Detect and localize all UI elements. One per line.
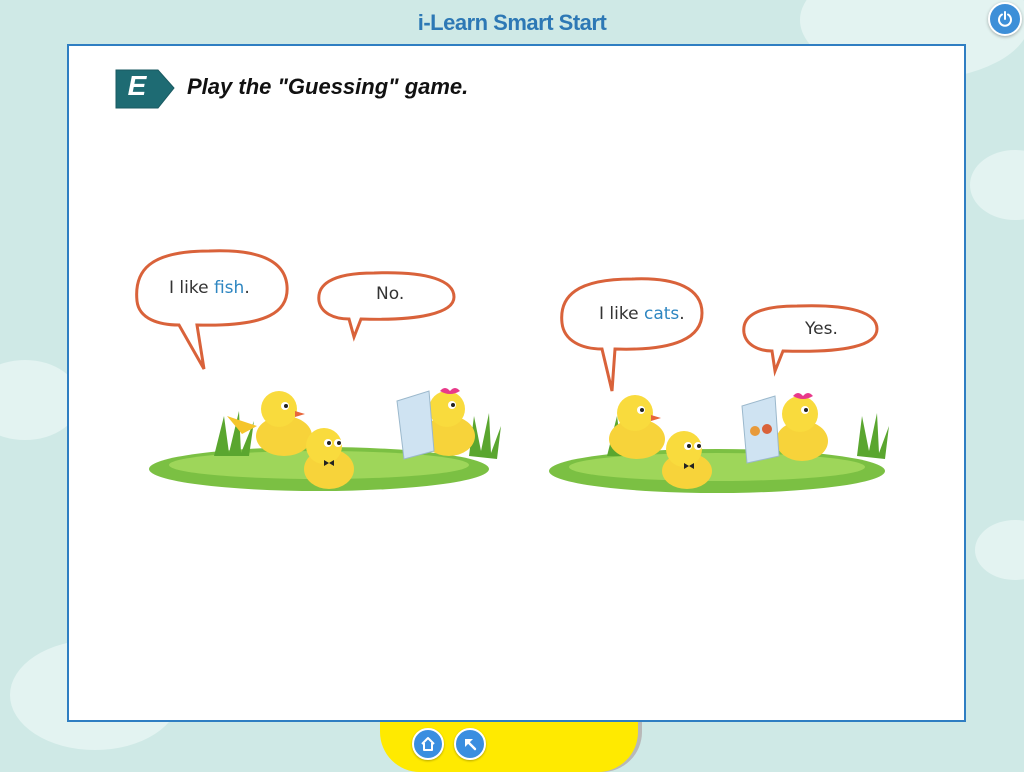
bubble-right-text: No.	[376, 284, 405, 304]
bubble-right-text: Yes.	[805, 319, 838, 339]
background-cloud	[970, 150, 1024, 220]
back-button[interactable]	[454, 728, 486, 760]
bubble-keyword: fish	[213, 278, 245, 298]
exercise-instruction: Play the "Guessing" game.	[187, 74, 469, 99]
bubble-left-text: I like fish.	[169, 278, 250, 298]
app-title: i-Learn Smart Start	[417, 10, 607, 35]
guessing-scene-2: I like cats. Yes.	[547, 271, 907, 501]
home-icon	[421, 737, 435, 751]
home-button[interactable]	[412, 728, 444, 760]
bubble-left-text: I like cats.	[599, 304, 685, 324]
power-button[interactable]	[988, 2, 1022, 36]
exercise-letter: E	[127, 70, 147, 101]
bubble-keyword: cats	[643, 304, 680, 324]
exercise-page: E Play the "Guessing" game. I like fish.…	[67, 44, 966, 722]
bottom-nav-bar	[380, 722, 638, 772]
background-cloud	[975, 520, 1024, 580]
power-icon	[998, 11, 1012, 27]
exercise-badge: E	[114, 68, 176, 110]
guessing-scene-1: I like fish. No.	[129, 241, 529, 501]
back-arrow-icon	[465, 739, 477, 751]
